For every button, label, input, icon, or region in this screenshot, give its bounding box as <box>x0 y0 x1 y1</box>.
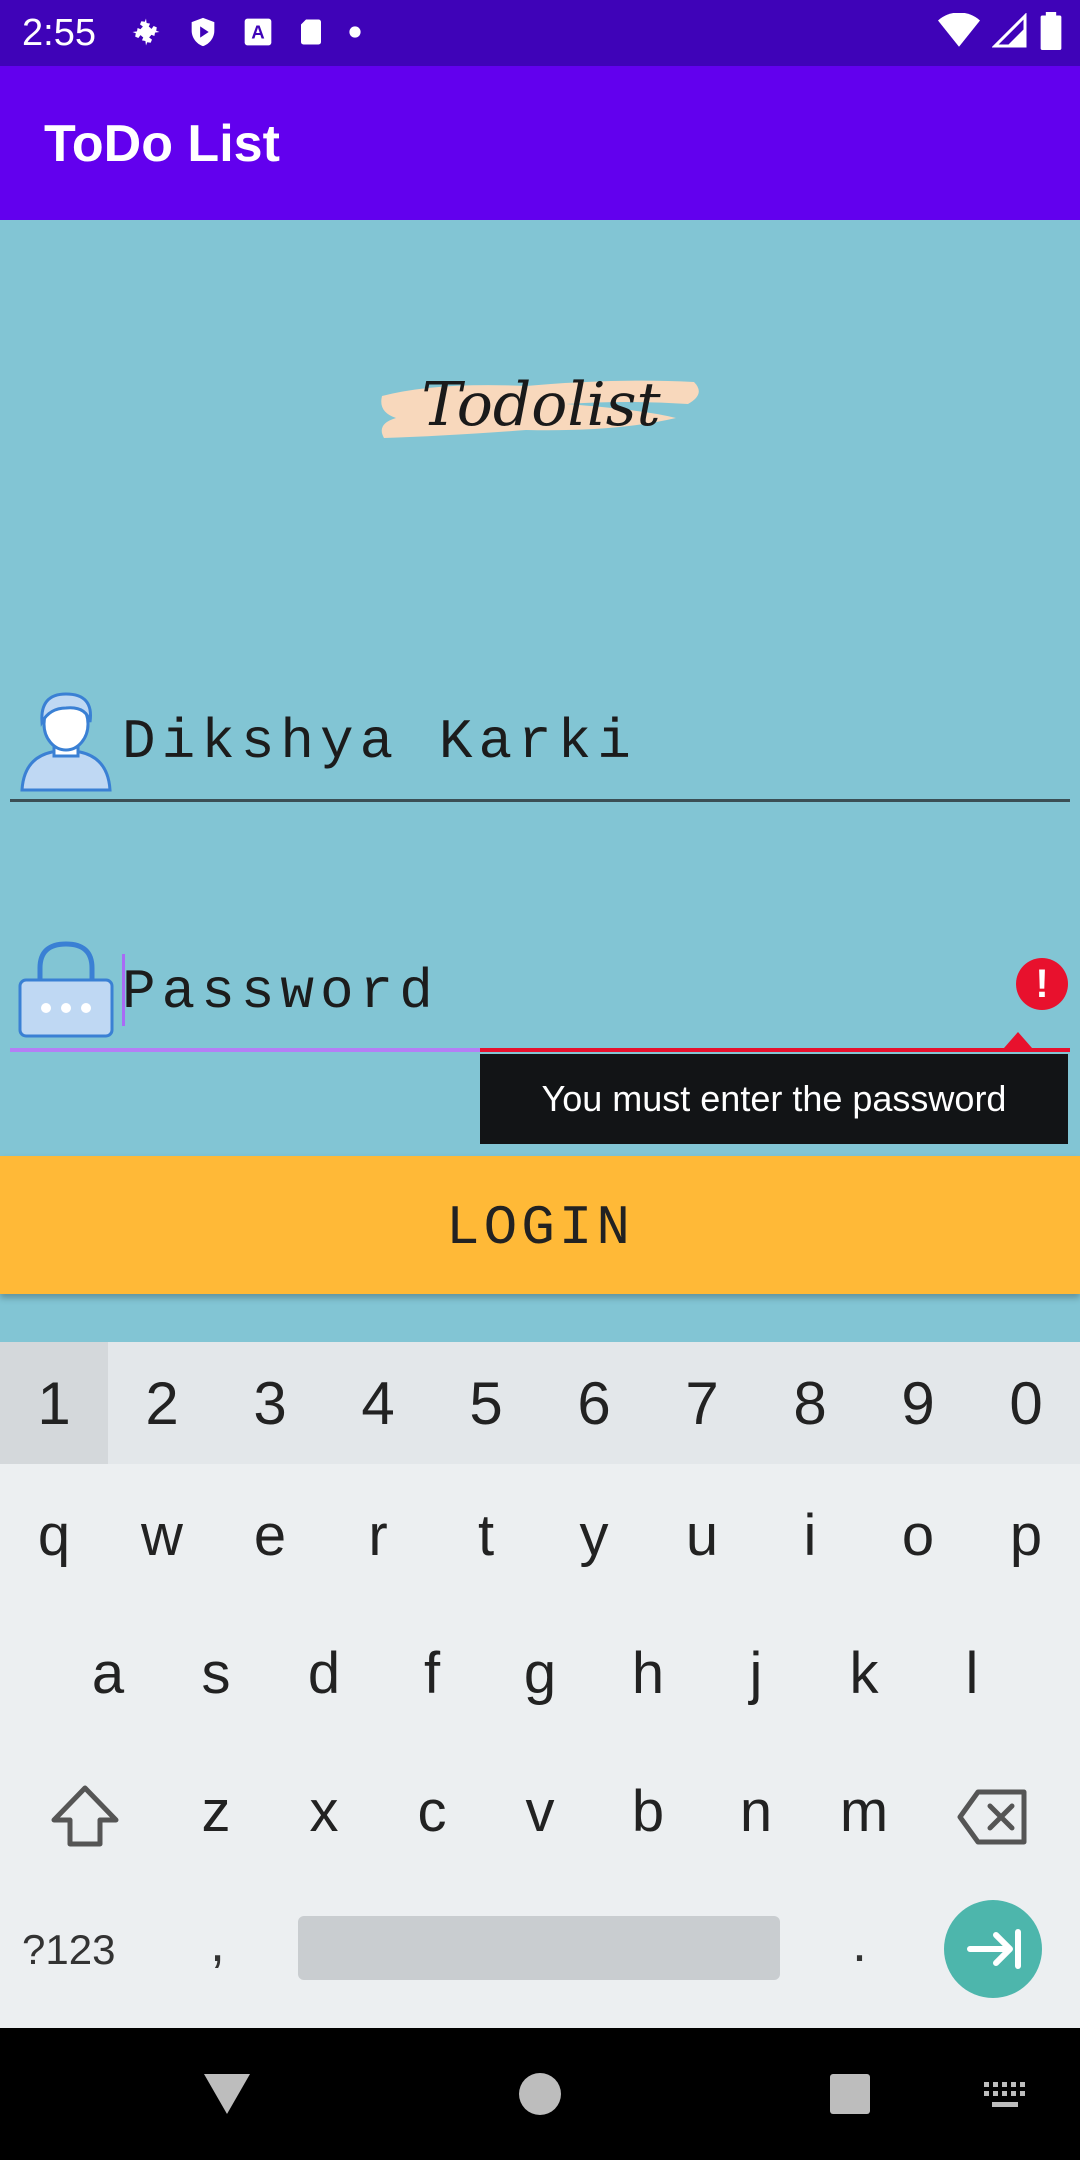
key-3[interactable]: 3 <box>216 1342 324 1464</box>
period-key[interactable]: . <box>852 1912 867 1974</box>
key-r[interactable]: r <box>324 1466 432 1604</box>
key-u[interactable]: u <box>648 1466 756 1604</box>
key-y[interactable]: y <box>540 1466 648 1604</box>
password-field[interactable]: Password ! <box>10 930 1070 1052</box>
recents-icon[interactable] <box>828 2072 872 2116</box>
key-o[interactable]: o <box>864 1466 972 1604</box>
key-7[interactable]: 7 <box>648 1342 756 1464</box>
signal-icon <box>992 13 1027 48</box>
key-2[interactable]: 2 <box>108 1342 216 1464</box>
back-icon[interactable] <box>202 2070 252 2116</box>
space-key[interactable] <box>298 1916 780 1980</box>
soft-keyboard: 1 2 3 4 5 6 7 8 9 0 q w e r t y u i o p … <box>0 1342 1080 2028</box>
key-d[interactable]: d <box>270 1604 378 1742</box>
enter-key[interactable] <box>944 1900 1042 1998</box>
username-field[interactable]: Dikshya Karki <box>10 680 1070 802</box>
keyboard-switch-icon[interactable] <box>984 2082 1028 2112</box>
key-8[interactable]: 8 <box>756 1342 864 1464</box>
status-icons: A <box>128 14 362 50</box>
key-1[interactable]: 1 <box>0 1342 108 1464</box>
status-right <box>938 12 1062 50</box>
sd-card-icon <box>301 19 321 45</box>
key-b[interactable]: b <box>594 1742 702 1880</box>
battery-icon <box>1040 12 1062 50</box>
password-placeholder: Password <box>122 960 439 1024</box>
key-9[interactable]: 9 <box>864 1342 972 1464</box>
app-bar: ToDo List <box>0 66 1080 220</box>
todolist-logo: Todolist <box>376 360 706 460</box>
settings-icon <box>132 18 160 46</box>
keyboard-row-zxcv: z x c v b n m <box>0 1742 1080 1880</box>
login-button-label: LOGIN <box>445 1196 635 1260</box>
login-button[interactable]: LOGIN <box>0 1156 1080 1294</box>
lock-icon <box>18 941 114 1038</box>
keyboard-row-asdf: a s d f g h j k l <box>0 1604 1080 1742</box>
key-f[interactable]: f <box>378 1604 486 1742</box>
key-t[interactable]: t <box>432 1466 540 1604</box>
key-6[interactable]: 6 <box>540 1342 648 1464</box>
shift-icon[interactable] <box>48 1782 122 1852</box>
status-bar: 2:55 A <box>0 0 1080 66</box>
key-5[interactable]: 5 <box>432 1342 540 1464</box>
user-icon <box>20 692 112 792</box>
key-q[interactable]: q <box>0 1466 108 1604</box>
key-g[interactable]: g <box>486 1604 594 1742</box>
key-w[interactable]: w <box>108 1466 216 1604</box>
keyboard-row-qwerty: q w e r t y u i o p <box>0 1466 1080 1604</box>
logo-text: Todolist <box>421 370 661 440</box>
a-icon: A <box>244 18 272 46</box>
key-c[interactable]: c <box>378 1742 486 1880</box>
svg-text:A: A <box>251 22 264 43</box>
navigation-bar <box>0 2028 1080 2160</box>
key-a[interactable]: a <box>54 1604 162 1742</box>
dot-icon <box>349 26 361 38</box>
password-underline-focused <box>10 1048 480 1052</box>
wifi-icon <box>938 13 980 47</box>
key-v[interactable]: v <box>486 1742 594 1880</box>
username-value: Dikshya Karki <box>122 710 637 774</box>
key-h[interactable]: h <box>594 1604 702 1742</box>
play-protect-icon <box>191 17 215 47</box>
keyboard-number-row: 1 2 3 4 5 6 7 8 9 0 <box>0 1342 1080 1464</box>
next-arrow-icon <box>967 1929 1021 1969</box>
key-p[interactable]: p <box>972 1466 1080 1604</box>
home-icon[interactable] <box>518 2072 562 2116</box>
key-i[interactable]: i <box>756 1466 864 1604</box>
key-n[interactable]: n <box>702 1742 810 1880</box>
username-underline <box>10 799 1070 802</box>
key-0[interactable]: 0 <box>972 1342 1080 1464</box>
key-k[interactable]: k <box>810 1604 918 1742</box>
key-z[interactable]: z <box>162 1742 270 1880</box>
app-title: ToDo List <box>44 115 280 173</box>
symbols-key[interactable]: ?123 <box>22 1926 115 1974</box>
comma-key[interactable]: , <box>210 1912 225 1974</box>
error-tooltip: You must enter the password <box>480 1054 1068 1144</box>
key-m[interactable]: m <box>810 1742 918 1880</box>
backspace-icon[interactable] <box>956 1788 1030 1846</box>
key-e[interactable]: e <box>216 1466 324 1604</box>
key-s[interactable]: s <box>162 1604 270 1742</box>
key-l[interactable]: l <box>918 1604 1026 1742</box>
key-4[interactable]: 4 <box>324 1342 432 1464</box>
password-underline-error <box>480 1048 1070 1052</box>
status-time: 2:55 <box>22 12 96 54</box>
key-j[interactable]: j <box>702 1604 810 1742</box>
error-tooltip-caret <box>1004 1032 1032 1048</box>
key-x[interactable]: x <box>270 1742 378 1880</box>
error-icon: ! <box>1016 958 1068 1010</box>
